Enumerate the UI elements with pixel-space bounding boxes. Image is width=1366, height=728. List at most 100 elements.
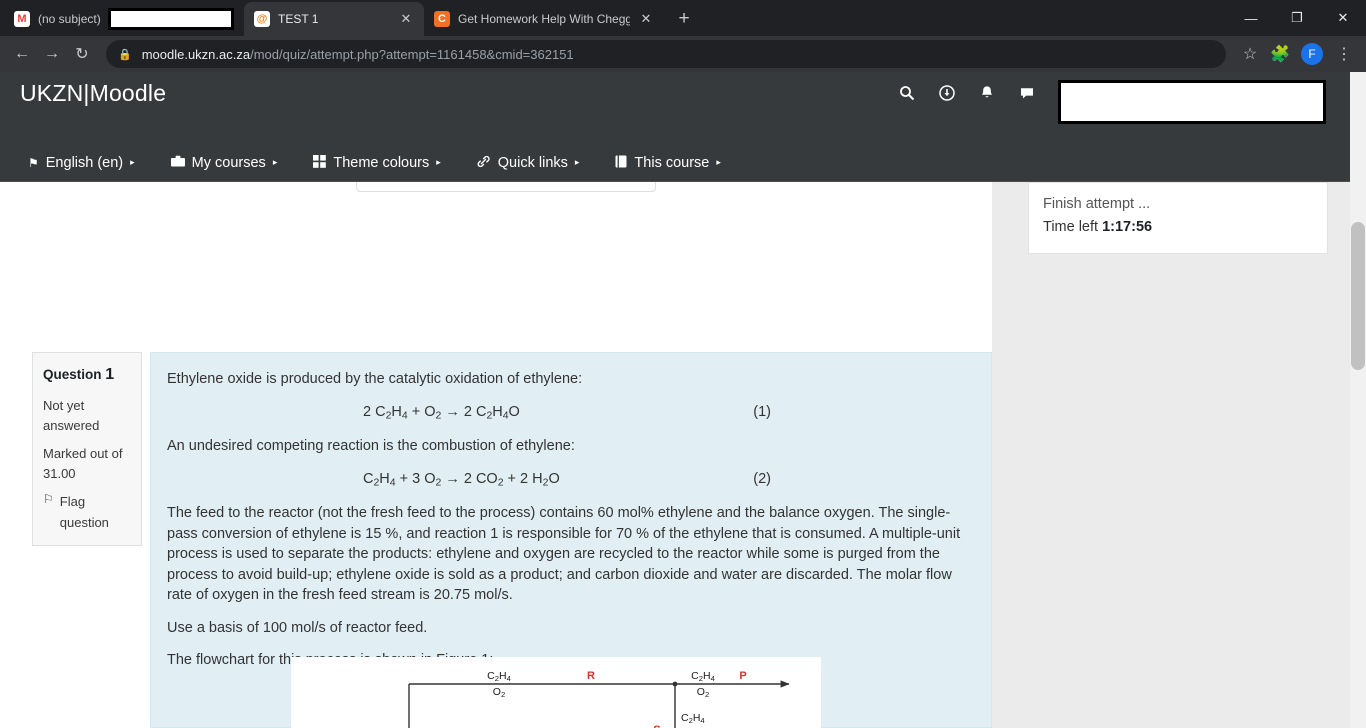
question-state-line2: answered — [43, 417, 100, 433]
nav-label: Theme colours — [333, 154, 430, 171]
minimize-button[interactable]: — — [1228, 0, 1274, 36]
finish-attempt-link[interactable]: Finish attempt ... — [1043, 193, 1313, 216]
equation-2-number: (2) — [753, 470, 771, 487]
lock-icon: 🔒 — [118, 48, 132, 61]
question-marks: Marked out of 31.00 — [43, 444, 131, 484]
question-competing-line: An undesired competing reaction is the c… — [167, 438, 575, 454]
reload-icon[interactable]: ↻ — [68, 40, 96, 68]
address-bar[interactable]: 🔒 moodle.ukzn.ac.za/mod/quiz/attempt.php… — [106, 40, 1226, 68]
page-scrollbar[interactable] — [1350, 72, 1366, 728]
time-left-row: Time left 1:17:56 — [1043, 216, 1313, 239]
bookmark-star-icon[interactable]: ☆ — [1236, 40, 1264, 68]
marks-line2: 31.00 — [43, 466, 76, 482]
flag-icon: ⚑ — [28, 155, 39, 170]
tab-title: Get Homework Help With Chegg — [458, 12, 630, 26]
notifications-bell-icon[interactable] — [978, 84, 996, 102]
moodle-icon: @ — [254, 11, 270, 27]
briefcase-icon — [170, 155, 185, 170]
equation-2-row: C2H4 + 3 O2 → 2 CO2 + 2 H2O (2) — [167, 469, 975, 491]
flag-question-label: Flag question — [59, 494, 109, 530]
purge-species-1: C2H4 — [691, 670, 715, 683]
chevron-right-icon: ▸ — [436, 157, 441, 167]
back-icon[interactable]: ← — [8, 40, 36, 68]
question-state-line1: Not yet — [43, 397, 85, 413]
chevron-right-icon: ▸ — [574, 157, 580, 167]
stream-label-R: R — [587, 670, 595, 682]
recycle-species-2: O2 — [493, 686, 505, 699]
gmail-icon: M — [14, 11, 30, 27]
link-icon — [477, 155, 491, 171]
chevron-right-icon: ▸ — [272, 157, 278, 167]
browser-tab-test1[interactable]: @ TEST 1 ✕ — [244, 2, 424, 36]
site-brand[interactable]: UKZN|Moodle — [20, 80, 166, 107]
question-main-paragraph: The feed to the reactor (not the fresh f… — [167, 505, 961, 604]
stream-label-P: P — [739, 670, 746, 682]
close-window-button[interactable]: ✕ — [1320, 0, 1366, 36]
extensions-puzzle-icon[interactable]: 🧩 — [1266, 40, 1294, 68]
nav-item-language[interactable]: ⚑ English (en) ▸ — [28, 155, 135, 171]
nav-label: Quick links — [497, 154, 568, 171]
header-icon-group — [898, 84, 1036, 102]
book-icon — [615, 155, 627, 171]
quiz-navigation-panel: Finish attempt ... Time left 1:17:56 — [1028, 182, 1328, 254]
question-info-panel: Question 1 Not yet answered Marked out o… — [32, 352, 142, 546]
redacted-region — [108, 8, 234, 30]
nav-label: English (en) — [45, 154, 124, 171]
search-icon[interactable] — [898, 84, 916, 102]
time-left-label: Time left — [1043, 219, 1099, 236]
browser-window: M (no subject) - @ TEST 1 ✕ C Get Homewo… — [0, 0, 1366, 728]
nav-item-this-course[interactable]: This course ▸ — [615, 155, 721, 171]
browser-toolbar: ← → ↻ 🔒 moodle.ukzn.ac.za/mod/quiz/attem… — [0, 36, 1366, 72]
equation-2: C2H4 + 3 O2 → 2 CO2 + 2 H2O — [363, 470, 560, 489]
tab-title: (no subject) - — [38, 12, 101, 26]
flowchart-svg: Reactor Separator — [408, 670, 790, 728]
close-tab-icon[interactable]: ✕ — [398, 11, 414, 27]
content-area: Question 1 Not yet answered Marked out o… — [0, 182, 1366, 728]
url-text: moodle.ukzn.ac.za/mod/quiz/attempt.php?a… — [142, 47, 574, 62]
profile-avatar[interactable]: F — [1301, 43, 1323, 65]
url-path: /mod/quiz/attempt.php?attempt=1161458&cm… — [250, 46, 574, 62]
moodle-navbar: ⚑ English (en) ▸ My courses ▸ Theme colo… — [0, 144, 1366, 182]
browser-tab-gmail[interactable]: M (no subject) - — [4, 2, 244, 36]
flag-question-button[interactable]: ⚐ Flag question — [43, 492, 131, 532]
url-host: moodle.ukzn.ac.za — [141, 46, 251, 62]
stream-label-S: S — [653, 724, 660, 728]
scrollbar-thumb[interactable] — [1351, 222, 1365, 370]
nav-item-quick-links[interactable]: Quick links ▸ — [477, 154, 580, 171]
close-tab-icon[interactable]: ✕ — [638, 11, 654, 27]
equation-1-number: (1) — [753, 403, 771, 420]
recycle-species-1: C2H4 — [487, 670, 511, 683]
question-body: Ethylene oxide is produced by the cataly… — [150, 352, 992, 728]
nav-label: My courses — [191, 154, 266, 171]
window-controls: — ❐ ✕ — [1228, 0, 1366, 36]
new-tab-button[interactable]: + — [670, 5, 698, 33]
browser-tab-chegg[interactable]: C Get Homework Help With Chegg ✕ — [424, 2, 664, 36]
question-label: Question — [43, 367, 102, 382]
chevron-right-icon: ▸ — [716, 157, 721, 167]
flag-icon: ⚐ — [43, 492, 54, 507]
messages-icon[interactable] — [1018, 84, 1036, 102]
nav-item-theme-colours[interactable]: Theme colours ▸ — [313, 154, 441, 171]
equation-1-row: 2 C2H4 + O2 → 2 C2H4O (1) — [167, 402, 975, 424]
question-intro: Ethylene oxide is produced by the cataly… — [167, 371, 583, 387]
download-icon[interactable] — [938, 84, 956, 102]
split-species-1: C2H4 — [681, 712, 705, 725]
redacted-user-region — [1058, 80, 1326, 124]
time-left-value: 1:17:56 — [1102, 219, 1153, 236]
equation-1: 2 C2H4 + O2 → 2 C2H4O — [363, 403, 520, 422]
page-background-right — [992, 182, 1350, 728]
process-flowchart-figure: Reactor Separator — [291, 657, 821, 728]
purge-species-2: O2 — [697, 686, 709, 699]
marks-line1: Marked out of — [43, 446, 123, 462]
grid-icon — [313, 154, 327, 171]
tab-title: TEST 1 — [278, 12, 319, 26]
chrome-menu-icon[interactable]: ⋮ — [1330, 40, 1358, 68]
nav-item-my-courses[interactable]: My courses ▸ — [170, 154, 278, 171]
question-number-heading: Question 1 — [43, 363, 131, 388]
maximize-button[interactable]: ❐ — [1274, 0, 1320, 36]
question-number: 1 — [105, 366, 115, 383]
moodle-header: UKZN|Moodle — [0, 72, 1366, 144]
question-basis-line: Use a basis of 100 mol/s of reactor feed… — [167, 619, 428, 636]
forward-icon[interactable]: → — [38, 40, 66, 68]
chegg-icon: C — [434, 11, 450, 27]
